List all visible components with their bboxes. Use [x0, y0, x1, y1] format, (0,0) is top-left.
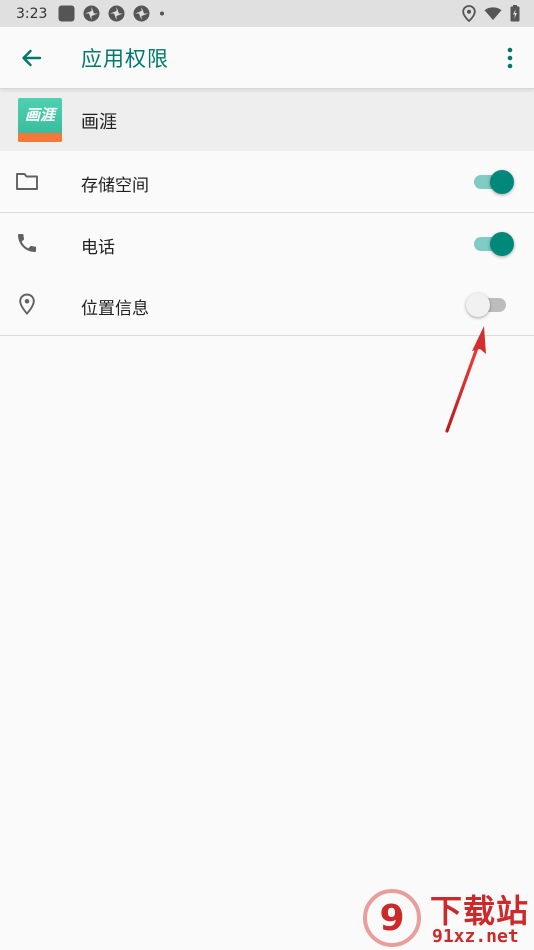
dot-icon: [160, 11, 164, 16]
permission-label: 电话: [81, 238, 115, 258]
more-vert-icon[interactable]: [500, 45, 520, 71]
status-time: 3:23: [16, 5, 48, 22]
watermark-logo-text: 9: [379, 898, 404, 939]
app-bar: 应用权限: [0, 27, 534, 89]
location-pin-icon: [19, 293, 35, 315]
folder-icon: [16, 173, 38, 190]
notification-icons: [58, 5, 166, 22]
system-icons: [462, 5, 520, 22]
page-title: 应用权限: [81, 47, 169, 71]
pinwheel-icon: [133, 5, 150, 22]
app-name: 画涯: [81, 112, 117, 133]
pinwheel-icon: [108, 5, 125, 22]
arrow-left-icon[interactable]: [18, 45, 44, 71]
watermark-url: 91xz.net: [432, 926, 519, 947]
permission-row-phone[interactable]: 电话: [0, 213, 534, 275]
toggle-thumb: [466, 293, 490, 317]
phone-icon: [18, 234, 36, 252]
storage-toggle[interactable]: [466, 169, 514, 195]
location-icon: [462, 5, 476, 22]
square-app-icon: [58, 5, 75, 22]
watermark-logo-icon: 9: [363, 889, 421, 947]
battery-charging-icon: [510, 5, 520, 22]
permission-label: 位置信息: [81, 299, 149, 319]
app-icon-band: [18, 133, 62, 142]
app-icon-text: 画涯: [24, 106, 55, 124]
app-header: 画涯 画涯: [0, 89, 534, 151]
toggle-thumb: [490, 170, 514, 194]
annotation-arrow: [445, 326, 486, 433]
location-toggle[interactable]: [466, 292, 514, 318]
toggle-thumb: [490, 232, 514, 256]
status-bar: 3:23: [0, 0, 534, 27]
permission-row-storage[interactable]: 存储空间: [0, 151, 534, 213]
phone-toggle[interactable]: [466, 231, 514, 257]
wifi-icon: [484, 7, 502, 20]
pinwheel-icon: [83, 5, 100, 22]
permission-label: 存储空间: [81, 176, 149, 196]
app-icon: 画涯: [18, 98, 62, 142]
watermark: 9 下载站 91xz.net: [362, 886, 534, 950]
